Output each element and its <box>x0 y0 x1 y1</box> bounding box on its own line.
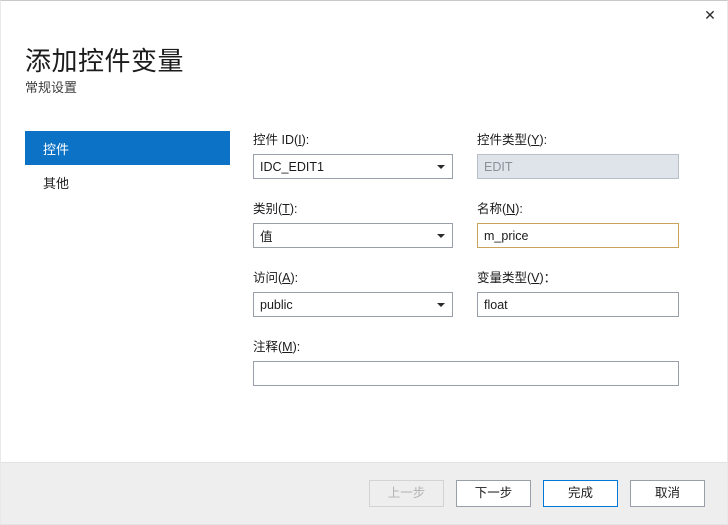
accelerator-key: M <box>282 340 293 354</box>
control-id-input[interactable] <box>253 154 453 179</box>
accelerator-key: N <box>506 202 516 216</box>
form-row: 注释(M): <box>253 339 681 408</box>
form-row: 控件 ID(I): 控件类型(Y): <box>253 132 681 201</box>
form-row: 访问(A): 变量类型(V)： <box>253 270 681 339</box>
sidebar-item-control[interactable]: 控件 <box>25 131 230 165</box>
accelerator-key: V <box>531 271 540 285</box>
titlebar: ✕ <box>1 1 727 31</box>
comment-label: 注释(M): <box>253 340 301 354</box>
name-input[interactable] <box>477 223 679 248</box>
finish-button[interactable]: 完成 <box>543 480 618 507</box>
variable-type-label: 变量类型(V)： <box>477 271 557 285</box>
field-name: 名称(N): <box>477 201 679 248</box>
sidebar: 控件 其他 <box>25 131 230 199</box>
comment-input[interactable] <box>253 361 679 386</box>
sidebar-item-label: 其他 <box>43 175 70 191</box>
access-input[interactable] <box>253 292 453 317</box>
field-category: 类别(T): <box>253 201 453 248</box>
category-label: 类别(T): <box>253 202 298 216</box>
access-combobox[interactable] <box>253 292 453 317</box>
control-id-combobox[interactable] <box>253 154 453 179</box>
control-type-input <box>477 154 679 179</box>
access-label: 访问(A): <box>253 271 299 285</box>
header: 添加控件变量 常规设置 <box>25 45 184 96</box>
form-row: 类别(T): 名称(N): <box>253 201 681 270</box>
accelerator-key: A <box>282 271 291 285</box>
field-control-id: 控件 ID(I): <box>253 132 453 179</box>
name-label: 名称(N): <box>477 202 523 216</box>
form: 控件 ID(I): 控件类型(Y): 类别(T): 名称( <box>253 132 681 408</box>
variable-type-input[interactable] <box>477 292 679 317</box>
field-comment: 注释(M): <box>253 339 679 386</box>
control-type-label: 控件类型(Y): <box>477 133 548 147</box>
cancel-button[interactable]: 取消 <box>630 480 705 507</box>
field-control-type: 控件类型(Y): <box>477 132 679 179</box>
sidebar-item-label: 控件 <box>43 141 70 157</box>
field-variable-type: 变量类型(V)： <box>477 270 679 317</box>
control-id-label: 控件 ID(I): <box>253 133 310 147</box>
category-input[interactable] <box>253 223 453 248</box>
sidebar-item-other[interactable]: 其他 <box>25 165 230 199</box>
field-access: 访问(A): <box>253 270 453 317</box>
page-title: 添加控件变量 <box>25 46 185 76</box>
back-button: 上一步 <box>369 480 444 507</box>
category-combobox[interactable] <box>253 223 453 248</box>
close-icon[interactable]: ✕ <box>693 1 727 30</box>
add-control-variable-dialog: ✕ 添加控件变量 常规设置 控件 其他 控件 ID(I): 控件类型(Y): <box>0 0 728 525</box>
page-subtitle: 常规设置 <box>25 80 78 95</box>
accelerator-key: T <box>282 202 290 216</box>
footer-buttons: 上一步 下一步 完成 取消 <box>369 480 705 507</box>
next-button[interactable]: 下一步 <box>456 480 531 507</box>
accelerator-key: Y <box>531 133 540 147</box>
footer: 上一步 下一步 完成 取消 <box>1 462 727 524</box>
